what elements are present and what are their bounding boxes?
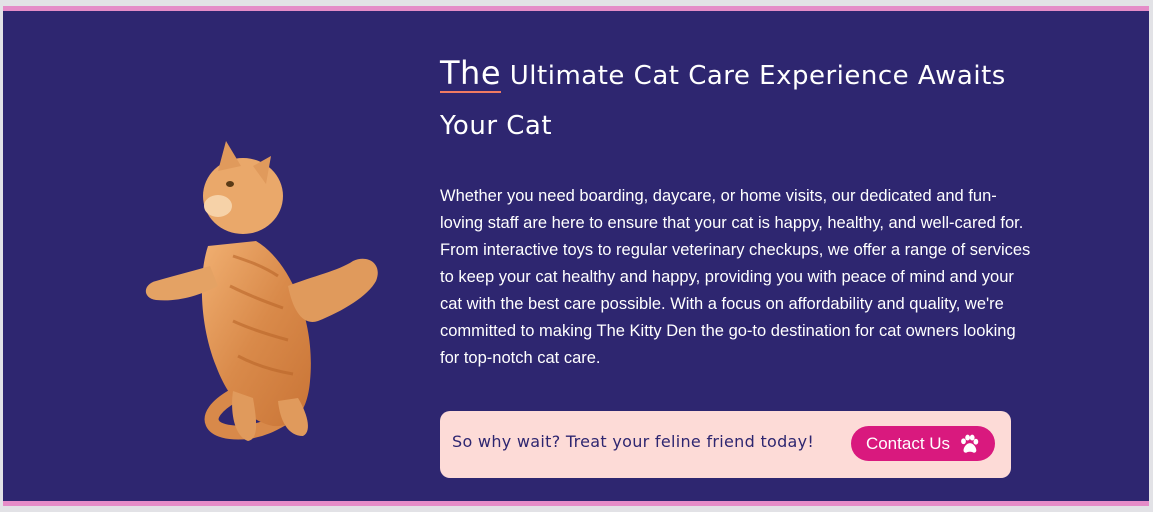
- contact-us-button[interactable]: Contact Us: [851, 426, 995, 461]
- cat-image: [145, 141, 378, 441]
- cta-box: So why wait? Treat your feline friend to…: [440, 411, 1011, 478]
- cta-text: So why wait? Treat your feline friend to…: [452, 432, 815, 451]
- page-frame: The Ultimate Cat Care Experience Awaits …: [0, 0, 1153, 512]
- hero-title: The Ultimate Cat Care Experience Awaits …: [440, 51, 1040, 151]
- paw-icon: [961, 434, 979, 453]
- hero-description: Whether you need boarding, daycare, or h…: [440, 187, 1031, 367]
- title-rest: Ultimate Cat Care Experience Awaits Your…: [440, 61, 1006, 141]
- contact-us-label: Contact Us: [865, 433, 951, 453]
- title-first-word: The: [440, 54, 502, 93]
- hero-section: The Ultimate Cat Care Experience Awaits …: [3, 6, 1149, 506]
- hero-content: The Ultimate Cat Care Experience Awaits …: [440, 51, 1040, 372]
